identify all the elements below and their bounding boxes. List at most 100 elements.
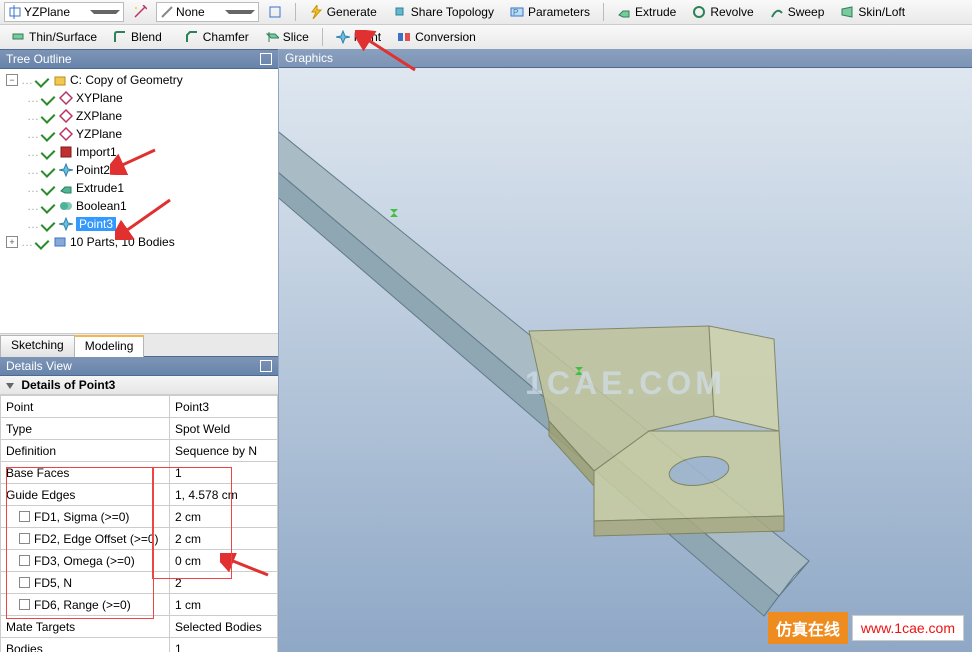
details-table: PointPoint3TypeSpot WeldDefinitionSequen…	[0, 395, 278, 652]
tree-item-label: Boolean1	[76, 199, 127, 213]
details-row[interactable]: FD1, Sigma (>=0)2 cm	[1, 506, 278, 528]
tree-item-boolean1[interactable]: …Boolean1	[2, 197, 276, 215]
details-row[interactable]: Mate TargetsSelected Bodies	[1, 616, 278, 638]
watermark-brand: 仿真在线 www.1cae.com	[768, 612, 964, 644]
tree-item-label: YZPlane	[76, 127, 122, 141]
share-topology-button[interactable]: Share Topology	[386, 3, 501, 21]
details-value[interactable]: Selected Bodies	[170, 616, 278, 638]
thin-surface-button[interactable]: Thin/Surface	[4, 28, 104, 46]
tree-item-extrude1[interactable]: …Extrude1	[2, 179, 276, 197]
details-view-header: Details View	[0, 356, 278, 376]
checkbox-icon[interactable]	[19, 533, 30, 544]
details-label: Definition	[1, 440, 170, 462]
parameters-button[interactable]: P Parameters	[503, 3, 597, 21]
details-value[interactable]: Sequence by N	[170, 440, 278, 462]
extrude-label: Extrude	[635, 5, 676, 19]
tree-item-parts[interactable]: + … 10 Parts, 10 Bodies	[2, 233, 276, 251]
expand-icon[interactable]: +	[6, 236, 18, 248]
generate-label: Generate	[327, 5, 377, 19]
details-value[interactable]: 0 cm	[170, 550, 278, 572]
sketch-combo[interactable]: None	[156, 2, 259, 22]
conversion-label: Conversion	[415, 30, 476, 44]
details-row[interactable]: PointPoint3	[1, 396, 278, 418]
blend-button[interactable]: Blend	[106, 28, 176, 46]
tree-item-import1[interactable]: …Import1	[2, 143, 276, 161]
blend-icon	[113, 30, 127, 44]
sketch-edit-button[interactable]	[261, 3, 289, 21]
plane-combo-label: YZPlane	[22, 5, 90, 19]
chevron-down-icon	[225, 10, 255, 14]
details-row[interactable]: FD3, Omega (>=0)0 cm	[1, 550, 278, 572]
details-value[interactable]: 1	[170, 462, 278, 484]
details-value[interactable]: 2 cm	[170, 528, 278, 550]
tree-root[interactable]: − … C: Copy of Geometry	[2, 71, 276, 89]
sketch-new-button[interactable]	[126, 3, 154, 21]
details-value[interactable]: 1, 4.578 cm	[170, 484, 278, 506]
extrude-icon	[59, 181, 73, 195]
point-icon	[59, 163, 73, 177]
collapse-icon[interactable]	[6, 383, 14, 389]
slice-icon	[265, 30, 279, 44]
tree-item-point3[interactable]: …Point3	[2, 215, 276, 233]
tree-item-label: ZXPlane	[76, 109, 122, 123]
graphics-header: Graphics	[279, 49, 972, 68]
skinloft-icon	[840, 5, 854, 19]
details-label: Guide Edges	[1, 484, 170, 506]
extrude-button[interactable]: Extrude	[610, 3, 683, 21]
parameters-label: Parameters	[528, 5, 590, 19]
collapse-icon[interactable]: −	[6, 74, 18, 86]
revolve-icon	[692, 5, 706, 19]
point-button[interactable]: Point	[329, 28, 388, 46]
pencil-star-icon	[133, 5, 147, 19]
geometry-icon	[53, 73, 67, 87]
generate-button[interactable]: Generate	[302, 3, 384, 21]
details-value[interactable]: Spot Weld	[170, 418, 278, 440]
details-row[interactable]: Base Faces1	[1, 462, 278, 484]
details-value[interactable]: 1	[170, 638, 278, 652]
pin-icon[interactable]	[260, 360, 272, 372]
details-value[interactable]: 2	[170, 572, 278, 594]
details-row[interactable]: Guide Edges1, 4.578 cm	[1, 484, 278, 506]
tab-modeling[interactable]: Modeling	[74, 335, 145, 357]
parameters-icon: P	[510, 5, 524, 19]
details-row[interactable]: FD6, Range (>=0)1 cm	[1, 594, 278, 616]
details-row[interactable]: FD5, N2	[1, 572, 278, 594]
tree-item-point2[interactable]: …Point2	[2, 161, 276, 179]
tree-item-xyplane[interactable]: …XYPlane	[2, 89, 276, 107]
details-label: Point	[1, 396, 170, 418]
lightning-icon	[309, 5, 323, 19]
details-view: Details of Point3 PointPoint3TypeSpot We…	[0, 376, 278, 652]
details-value[interactable]: Point3	[170, 396, 278, 418]
details-label: Mate Targets	[1, 616, 170, 638]
tree-item-label: Point2	[76, 163, 110, 177]
watermark-url: www.1cae.com	[852, 615, 964, 641]
tree-item-yzplane[interactable]: …YZPlane	[2, 125, 276, 143]
details-row[interactable]: TypeSpot Weld	[1, 418, 278, 440]
chamfer-button[interactable]: Chamfer	[178, 28, 256, 46]
tree-outline[interactable]: − … C: Copy of Geometry …XYPlane …ZXPlan…	[0, 69, 278, 333]
revolve-label: Revolve	[710, 5, 753, 19]
details-row[interactable]: FD2, Edge Offset (>=0)2 cm	[1, 528, 278, 550]
blend-label: Blend	[131, 30, 162, 44]
skin-loft-button[interactable]: Skin/Loft	[833, 3, 912, 21]
details-row[interactable]: Bodies1	[1, 638, 278, 652]
revolve-button[interactable]: Revolve	[685, 3, 760, 21]
sweep-button[interactable]: Sweep	[763, 3, 832, 21]
tree-item-label: Import1	[76, 145, 117, 159]
svg-text:P: P	[513, 8, 518, 17]
plane-combo[interactable]: YZPlane	[4, 2, 124, 22]
conversion-icon	[397, 30, 411, 44]
conversion-button[interactable]: Conversion	[390, 28, 483, 46]
checkbox-icon[interactable]	[19, 511, 30, 522]
details-value[interactable]: 1 cm	[170, 594, 278, 616]
tab-sketching[interactable]: Sketching	[0, 335, 75, 357]
tree-item-zxplane[interactable]: …ZXPlane	[2, 107, 276, 125]
details-row[interactable]: DefinitionSequence by N	[1, 440, 278, 462]
pin-icon[interactable]	[260, 53, 272, 65]
checkbox-icon[interactable]	[19, 577, 30, 588]
checkbox-icon[interactable]	[19, 555, 30, 566]
checkbox-icon[interactable]	[19, 599, 30, 610]
graphics-viewport[interactable]: Graphics 1CAE.COM 仿真在线 www.1c	[279, 49, 972, 652]
slice-button[interactable]: Slice	[258, 28, 316, 46]
details-value[interactable]: 2 cm	[170, 506, 278, 528]
